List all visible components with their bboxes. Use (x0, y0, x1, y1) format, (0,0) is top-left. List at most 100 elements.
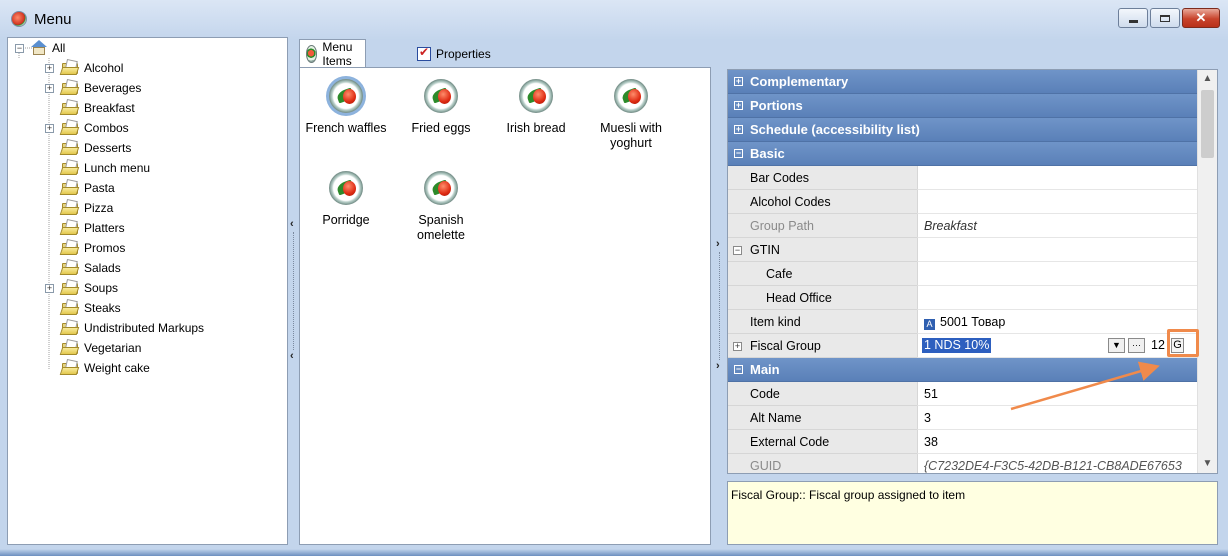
prop-value[interactable] (917, 190, 1198, 214)
prop-row-bar-codes[interactable]: Bar Codes (728, 166, 1198, 190)
prop-value[interactable] (917, 286, 1198, 310)
tab-menu-items[interactable]: Menu Items (299, 39, 367, 68)
tomato-shape (438, 89, 451, 104)
prop-row-external-code[interactable]: External Code 38 (728, 430, 1198, 454)
caption-buttons: ✕ (1118, 8, 1220, 28)
tree-item[interactable]: + Soups (45, 278, 118, 298)
prop-value[interactable] (917, 238, 1198, 262)
tab-properties[interactable]: Properties (411, 41, 497, 67)
expand-icon[interactable]: + (733, 342, 742, 351)
prop-row-cafe[interactable]: Cafe (728, 262, 1198, 286)
prop-row-alcohol-codes[interactable]: Alcohol Codes (728, 190, 1198, 214)
menu-item-tile[interactable]: Irish bread (490, 76, 582, 136)
dish-icon-wrap (516, 76, 556, 116)
expand-icon[interactable]: + (45, 84, 54, 93)
scroll-up-icon[interactable]: ▲ (1198, 70, 1217, 88)
prop-row-gtin[interactable]: − GTIN (728, 238, 1198, 262)
tree-item[interactable]: + Combos (45, 118, 129, 138)
scroll-thumb[interactable] (1201, 90, 1214, 158)
tree-item-label: Pasta (84, 181, 115, 195)
tree-root-all[interactable]: − All (15, 38, 65, 58)
tree-item[interactable]: Lunch menu (59, 158, 150, 178)
scroll-down-icon[interactable]: ▼ (1198, 455, 1217, 473)
expand-icon[interactable]: + (734, 101, 743, 110)
tree-item[interactable]: Platters (59, 218, 125, 238)
expand-arrow[interactable]: › (716, 238, 720, 250)
collapse-tree-arrow[interactable]: ‹ (290, 218, 294, 230)
folder-front (59, 167, 80, 175)
vertical-scrollbar[interactable]: ▲ ▼ (1197, 70, 1217, 473)
expand-icon[interactable]: + (734, 77, 743, 86)
tomato-shape (343, 89, 356, 104)
prop-value: 3 (924, 411, 931, 425)
folder-icon (59, 98, 80, 116)
ellipsis-button[interactable]: ··· (1128, 338, 1145, 353)
tomato-shape (438, 181, 451, 196)
category-complementary[interactable]: + Complementary (728, 70, 1198, 94)
folder-icon (59, 238, 80, 256)
prop-name: Bar Codes (750, 171, 810, 185)
close-button[interactable]: ✕ (1182, 8, 1220, 28)
category-portions[interactable]: + Portions (728, 94, 1198, 118)
category-basic[interactable]: − Basic (728, 142, 1198, 166)
prop-row-guid[interactable]: GUID {C7232DE4-F3C5-42DB-B121-CB8ADE6765… (728, 454, 1198, 473)
prop-name: Item kind (750, 315, 801, 329)
collapse-icon[interactable]: − (734, 149, 743, 158)
category-label: Complementary (750, 74, 849, 89)
prop-row-head-office[interactable]: Head Office (728, 286, 1198, 310)
prop-row-item-kind[interactable]: Item kind A 5001 Товар (728, 310, 1198, 334)
prop-value[interactable] (917, 166, 1198, 190)
collapse-tree-arrow-lower[interactable]: ‹ (290, 350, 294, 362)
home-icon (30, 40, 48, 56)
maximize-button[interactable] (1150, 8, 1180, 28)
tree-item[interactable]: Promos (59, 238, 125, 258)
menu-items-panel: French waffles Fried eggs Irish bread Muesl… (299, 67, 711, 545)
menu-item-tile[interactable]: Porridge (300, 168, 392, 228)
collapse-icon[interactable]: − (15, 43, 24, 53)
folder-front (59, 147, 80, 155)
collapse-icon[interactable]: − (734, 365, 743, 374)
prop-name: Code (750, 387, 780, 401)
category-schedule[interactable]: + Schedule (accessibility list) (728, 118, 1198, 142)
menu-item-tile[interactable]: Spanish omelette (395, 168, 487, 243)
splitter-grip-right[interactable] (719, 252, 722, 360)
tree-item[interactable]: Weight cake (59, 358, 150, 378)
menu-item-tile[interactable]: Muesli with yoghurt (585, 76, 677, 151)
fiscal-group-value[interactable]: 1 NDS 10% (922, 338, 992, 353)
tree-item[interactable]: Steaks (59, 298, 121, 318)
prop-row-group-path[interactable]: Group Path Breakfast (728, 214, 1198, 238)
tree-item[interactable]: Vegetarian (59, 338, 141, 358)
category-tree[interactable]: − All + Alcohol + Beverages Breakfast + Combos De… (7, 37, 288, 545)
folder-front (59, 127, 80, 135)
tree-item[interactable]: + Alcohol (45, 58, 123, 78)
menu-item-tile[interactable]: French waffles (300, 76, 392, 136)
prop-name: Alt Name (750, 411, 802, 425)
prop-value: 51 (924, 387, 938, 401)
expand-icon[interactable]: + (45, 124, 54, 133)
tree-item-label: Breakfast (84, 101, 135, 115)
expand-icon[interactable]: + (45, 64, 54, 73)
dropdown-icon[interactable]: ▼ (1108, 338, 1125, 353)
expand-arrow-lower[interactable]: › (716, 360, 720, 372)
splitter-grip[interactable] (293, 232, 296, 350)
tree-item[interactable]: Undistributed Markups (59, 318, 205, 338)
tree-item[interactable]: Salads (59, 258, 121, 278)
prop-value[interactable] (917, 262, 1198, 286)
expand-icon[interactable]: + (734, 125, 743, 134)
collapse-icon[interactable]: − (733, 246, 742, 255)
minimize-icon (1128, 20, 1138, 23)
dish-icon (519, 79, 553, 113)
checklist-icon (417, 45, 431, 61)
prop-row-fiscal-group[interactable]: + Fiscal Group 1 NDS 10% ▼ ··· 12 G (728, 334, 1198, 358)
tree-item[interactable]: Pasta (59, 178, 115, 198)
minimize-button[interactable] (1118, 8, 1148, 28)
expand-icon[interactable]: + (45, 284, 54, 293)
menu-item-tile[interactable]: Fried eggs (395, 76, 487, 136)
tree-item[interactable]: + Beverages (45, 78, 141, 98)
tree-item-label: Undistributed Markups (84, 321, 205, 335)
tree-item[interactable]: Desserts (59, 138, 131, 158)
folder-icon (59, 318, 80, 336)
tree-item[interactable]: Breakfast (59, 98, 135, 118)
tree-item-label: Combos (84, 121, 129, 135)
tree-item[interactable]: Pizza (59, 198, 113, 218)
